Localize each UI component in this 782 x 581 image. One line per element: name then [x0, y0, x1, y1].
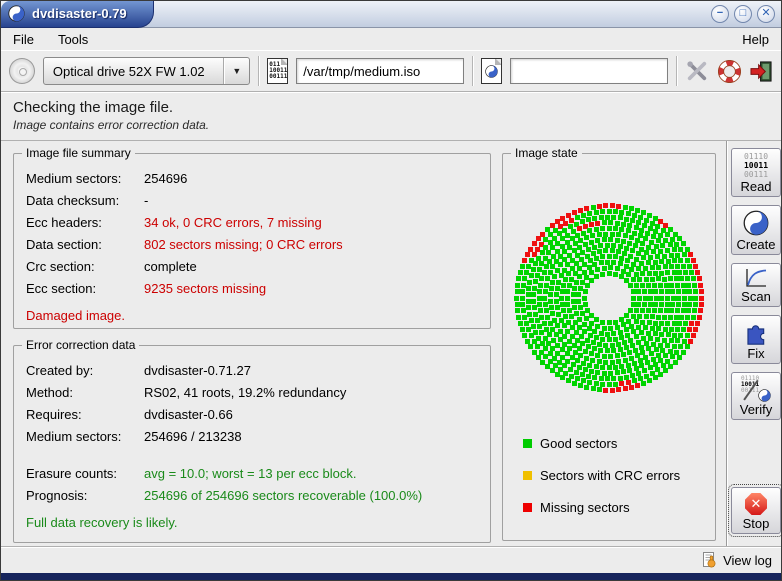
- help-lifebuoy-icon[interactable]: [717, 58, 741, 84]
- frame-title: Image file summary: [22, 146, 135, 160]
- titlebar-banner[interactable]: dvdisaster-0.79: [1, 1, 154, 28]
- legend-item: Good sectors: [523, 436, 703, 451]
- toolbar: Optical drive 52X FW 1.02 ▼ 011100110011…: [1, 50, 781, 92]
- ecc-row: Erasure counts:avg = 10.0; worst = 13 pe…: [26, 463, 478, 485]
- ecc-row: Prognosis:254696 of 254696 sectors recov…: [26, 485, 478, 507]
- summary-row: Ecc section:9235 sectors missing: [26, 278, 478, 300]
- minimize-button[interactable]: −: [711, 5, 729, 23]
- sector-legend: Good sectors Sectors with CRC errors Mis…: [523, 436, 703, 515]
- ecc-row: Created by:dvdisaster-0.71.27: [26, 360, 478, 382]
- stop-octagon-icon: ✕: [745, 493, 767, 515]
- disc-sector-map: [515, 174, 703, 422]
- error-correction-data-frame: Error correction data Created by:dvdisas…: [13, 345, 491, 543]
- frame-title: Error correction data: [22, 338, 139, 352]
- scan-curve-icon: [743, 267, 769, 289]
- yinyang-create-icon: [743, 210, 769, 236]
- missing-sector-swatch: [523, 503, 532, 512]
- scan-button[interactable]: Scan: [731, 263, 781, 307]
- maximize-button[interactable]: □: [734, 5, 752, 23]
- ecc-row: Requires:dvdisaster-0.66: [26, 404, 478, 426]
- good-sector-swatch: [523, 439, 532, 448]
- verify-button[interactable]: 011101001100111 Verify: [731, 372, 781, 420]
- menubar: File Tools Help: [1, 28, 781, 50]
- puzzle-fix-icon: [743, 319, 770, 346]
- read-button[interactable]: 011101001100111 Read: [731, 148, 781, 197]
- recovery-prognosis-status: Full data recovery is likely.: [26, 512, 478, 534]
- chevron-down-icon[interactable]: ▼: [224, 66, 249, 76]
- image-file-input[interactable]: [296, 58, 464, 84]
- verify-compare-icon: 011101001100111: [741, 376, 771, 402]
- ecc-file-icon: [481, 58, 502, 84]
- preferences-tools-icon[interactable]: [685, 58, 709, 84]
- summary-row: Medium sectors:254696: [26, 168, 478, 190]
- status-heading: Checking the image file. Image contains …: [1, 92, 781, 141]
- summary-row: Data section:802 sectors missing; 0 CRC …: [26, 234, 478, 256]
- app-logo-yinyang-icon: [8, 5, 25, 22]
- menu-tools[interactable]: Tools: [56, 31, 90, 48]
- view-log-label[interactable]: View log: [723, 553, 772, 568]
- window-bottom-border: [1, 573, 781, 580]
- damaged-image-status: Damaged image.: [26, 305, 478, 327]
- view-log-icon[interactable]: [702, 552, 718, 568]
- image-file-summary-frame: Image file summary Medium sectors:254696…: [13, 153, 491, 329]
- app-window: dvdisaster-0.79 − □ ✕ File Tools Help Op…: [0, 0, 782, 581]
- legend-item: Missing sectors: [523, 500, 703, 515]
- window-title: dvdisaster-0.79: [32, 6, 127, 21]
- summary-row: Crc section:complete: [26, 256, 478, 278]
- menu-file[interactable]: File: [11, 31, 36, 48]
- status-title: Checking the image file.: [13, 99, 769, 116]
- stop-button[interactable]: ✕ Stop: [731, 487, 781, 534]
- image-file-icon: 0111001100111: [267, 58, 288, 84]
- ecc-row: Method:RS02, 41 roots, 19.2% redundancy: [26, 382, 478, 404]
- close-button[interactable]: ✕: [757, 5, 775, 23]
- titlebar: dvdisaster-0.79 − □ ✕: [1, 1, 781, 28]
- create-button[interactable]: Create: [731, 205, 781, 255]
- legend-item: Sectors with CRC errors: [523, 468, 703, 483]
- yinyang-doc-icon: [485, 65, 498, 78]
- status-subtitle: Image contains error correction data.: [13, 118, 769, 132]
- quit-door-icon[interactable]: [749, 58, 773, 84]
- ecc-file-input[interactable]: [510, 58, 668, 84]
- optical-drive-icon: [9, 58, 35, 84]
- statusbar: View log: [1, 546, 781, 573]
- menu-help[interactable]: Help: [740, 31, 771, 48]
- binary-read-icon: 011101001100111: [744, 152, 768, 179]
- crc-error-swatch: [523, 471, 532, 480]
- fix-button[interactable]: Fix: [731, 315, 781, 364]
- image-state-frame: Image state Good sectors Sectors with CR…: [502, 153, 716, 541]
- summary-row: Data checksum:-: [26, 190, 478, 212]
- frame-title: Image state: [511, 146, 582, 160]
- summary-row: Ecc headers:34 ok, 0 CRC errors, 7 missi…: [26, 212, 478, 234]
- drive-selector[interactable]: Optical drive 52X FW 1.02 ▼: [43, 57, 250, 85]
- action-sidebar: 011101001100111 Read Create Scan Fix: [726, 141, 782, 546]
- ecc-row: Medium sectors:254696 / 213238: [26, 426, 478, 448]
- drive-selector-value: Optical drive 52X FW 1.02: [44, 64, 223, 79]
